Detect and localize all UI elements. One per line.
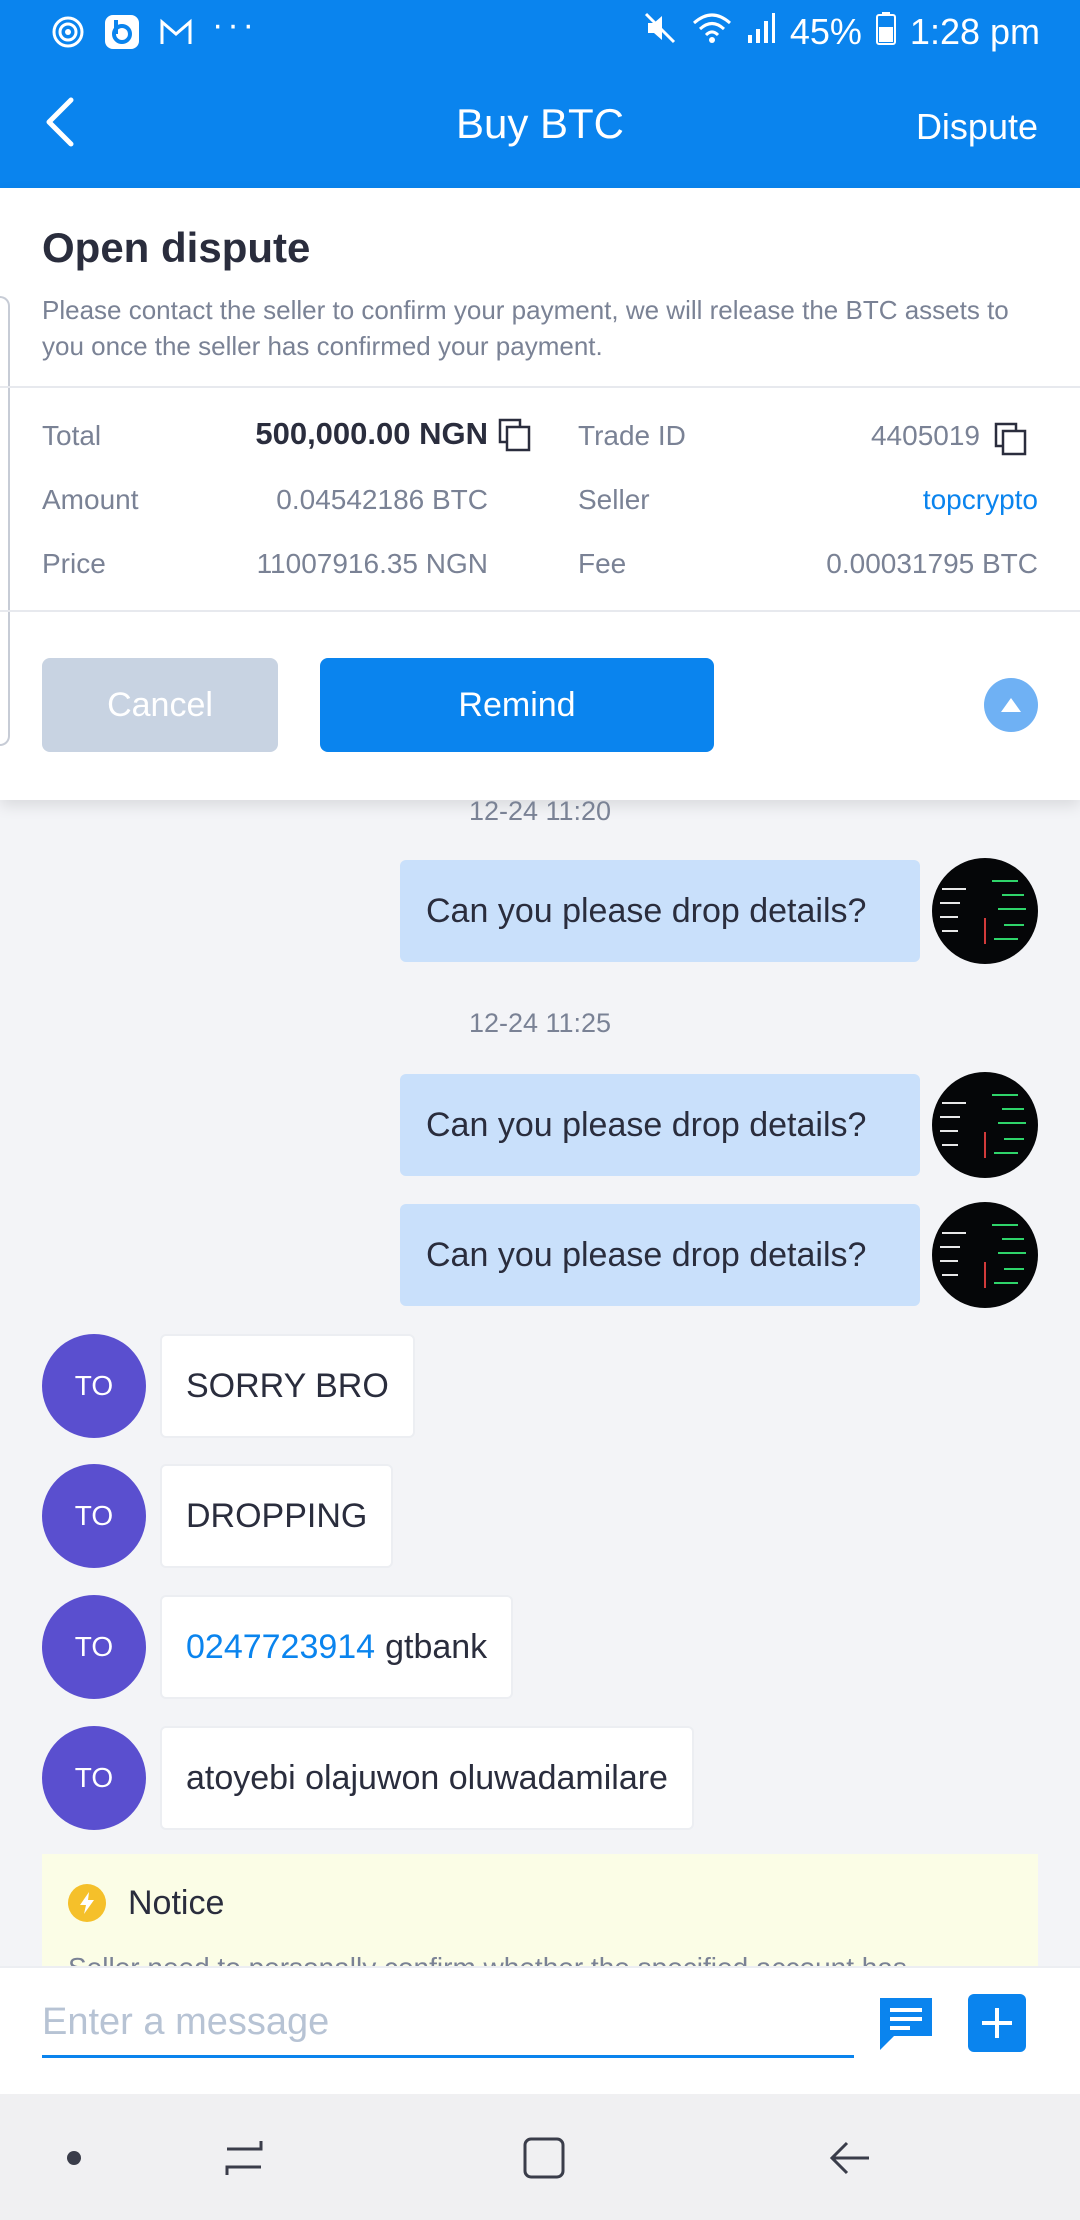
- dispute-panel: Open dispute Please contact the seller t…: [0, 188, 1080, 800]
- fee-value: 0.00031795 BTC: [826, 548, 1038, 579]
- panel-edge-tab: [0, 296, 10, 746]
- whirlpool-app-icon: [50, 14, 86, 50]
- copy-total-icon[interactable]: [498, 418, 532, 452]
- my-avatar: [932, 858, 1038, 964]
- total-label: Total: [42, 420, 102, 451]
- seller-avatar: TO: [42, 1334, 146, 1438]
- wifi-icon: [692, 11, 732, 54]
- incoming-message: DROPPING: [160, 1464, 394, 1568]
- trade-id-label: Trade ID: [578, 420, 686, 451]
- seller-label: Seller: [578, 484, 650, 515]
- message-composer: [0, 1966, 1080, 2094]
- seller-avatar: TO: [42, 1464, 146, 1568]
- battery-icon: [875, 11, 896, 54]
- app-bar: Buy BTC Dispute: [0, 64, 1080, 188]
- dispute-title: Open dispute: [42, 224, 311, 271]
- system-nav-bar: [0, 2094, 1080, 2220]
- battery-level: 45%: [789, 11, 862, 52]
- triangle-up-icon: [1001, 698, 1021, 712]
- notice-title: Notice: [128, 1884, 225, 1922]
- chat-timestamp: 12-24 11:20: [468, 796, 612, 826]
- incoming-message: atoyebi olajuwon oluwadamilare: [160, 1726, 694, 1830]
- recent-apps-icon: [225, 2141, 263, 2175]
- message-text: SORRY BRO: [186, 1366, 389, 1405]
- outgoing-message: Can you please drop details?: [400, 860, 920, 962]
- divider: [0, 610, 1080, 612]
- dispute-description: Please contact the seller to confirm you…: [42, 295, 1009, 361]
- home-button[interactable]: [514, 2128, 574, 2188]
- seller-avatar: TO: [42, 1595, 146, 1699]
- back-arrow-icon: [829, 2141, 869, 2175]
- amount-label: Amount: [42, 484, 139, 515]
- trade-id-value: 4405019: [870, 420, 980, 451]
- dot-icon: [67, 2151, 81, 2165]
- message-input[interactable]: [42, 1990, 854, 2058]
- message-text: DROPPING: [186, 1496, 368, 1535]
- dispute-button[interactable]: Dispute: [916, 106, 1038, 148]
- amount-value: 0.04542186 BTC: [276, 484, 488, 515]
- recent-apps-button[interactable]: [214, 2128, 274, 2188]
- fee-label: Fee: [578, 548, 627, 579]
- price-label: Price: [42, 548, 106, 579]
- notice-card: Notice Seller need to personally confirm…: [42, 1854, 1038, 1966]
- account-number-link[interactable]: 0247723914: [186, 1628, 375, 1667]
- chat-bubble-icon: [880, 1998, 932, 2050]
- total-value: 500,000.00 NGN: [255, 416, 488, 451]
- incoming-message: SORRY BRO: [160, 1334, 415, 1438]
- collapse-panel-button[interactable]: [984, 678, 1038, 732]
- signal-icon: [746, 11, 776, 54]
- message-text: gtbank: [385, 1627, 488, 1666]
- quick-reply-button[interactable]: [876, 1994, 936, 2054]
- system-back-button[interactable]: [820, 2128, 880, 2188]
- outgoing-message: Can you please drop details?: [400, 1074, 920, 1176]
- notice-text: Seller need to personally confirm whethe…: [68, 1952, 907, 1966]
- seller-avatar: TO: [42, 1726, 146, 1830]
- notification-icons: ···: [50, 8, 258, 50]
- status-bar: ··· 45% 1:28 pm: [0, 0, 1080, 64]
- message-text: atoyebi olajuwon oluwadamilare: [186, 1758, 668, 1797]
- b-app-icon: [104, 14, 140, 50]
- cancel-button[interactable]: Cancel: [42, 658, 278, 752]
- plus-icon: [982, 2008, 1012, 2038]
- copy-trade-id-icon[interactable]: [994, 422, 1028, 456]
- mute-icon: [642, 10, 678, 55]
- my-avatar: [932, 1072, 1038, 1178]
- home-icon: [523, 2137, 565, 2179]
- my-avatar: [932, 1202, 1038, 1308]
- nav-dot-button[interactable]: [44, 2128, 104, 2188]
- outgoing-message: Can you please drop details?: [400, 1204, 920, 1306]
- add-attachment-button[interactable]: [968, 1994, 1026, 2052]
- more-notifications-icon: ···: [212, 6, 258, 44]
- incoming-message: 0247723914 gtbank: [160, 1595, 514, 1699]
- gmail-icon: [158, 14, 194, 50]
- lightning-icon: [68, 1884, 106, 1922]
- divider: [0, 386, 1080, 388]
- price-value: 11007916.35 NGN: [256, 548, 488, 579]
- clock: 1:28 pm: [909, 11, 1040, 52]
- remind-button[interactable]: Remind: [320, 658, 714, 752]
- chat-timestamp: 12-24 11:25: [468, 1008, 612, 1038]
- system-status: 45% 1:28 pm: [642, 10, 1040, 55]
- seller-link[interactable]: topcrypto: [923, 484, 1038, 516]
